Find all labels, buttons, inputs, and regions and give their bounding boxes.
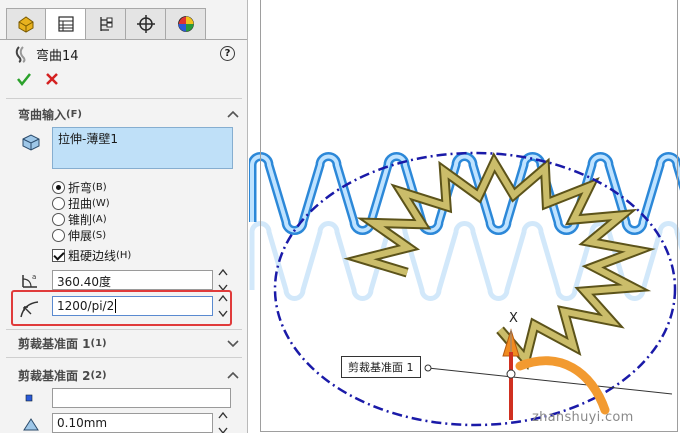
trim-plane-2-offset-field[interactable]: 0.10mm (52, 413, 213, 433)
divider (6, 98, 242, 99)
section-bend-input-label: 弯曲输入 (18, 107, 67, 122)
rigid-edges-hotkey: (H) (116, 249, 132, 261)
spin-up-icon[interactable] (218, 412, 228, 419)
flex-feature-icon (15, 46, 26, 63)
property-manager-panel: 弯曲14 ? 弯曲输入 (F) 拉伸-薄壁1 折弯 (B) 扭曲 (W) 锥削 (A) … (0, 0, 248, 433)
radio-twisting-button[interactable] (52, 196, 65, 210)
tab-configuration-manager[interactable] (86, 8, 126, 40)
section-bend-input-hotkey: (F) (66, 108, 82, 120)
radio-tapering-hotkey: (A) (92, 213, 107, 225)
divider (6, 329, 242, 330)
radio-twisting-label: 扭曲 (68, 196, 93, 211)
tab-feature-manager[interactable] (6, 8, 46, 40)
offset-spinner[interactable] (217, 412, 229, 433)
radio-bending-label: 折弯 (68, 180, 93, 195)
feature-title-bar: 弯曲14 (14, 44, 79, 64)
angle-field[interactable]: 360.40度 (52, 270, 213, 290)
highlight-box (11, 290, 232, 326)
section-trim-plane-1-hotkey: (1) (90, 337, 107, 349)
question-icon: ? (224, 48, 231, 59)
section-trim-plane-1-label: 剪裁基准面 1 (18, 336, 91, 351)
radio-tapering-label: 锥削 (68, 212, 93, 227)
property-manager-icon (57, 16, 74, 32)
radio-stretching[interactable]: 伸展 (S) (52, 227, 106, 243)
trim-plane-2-point-field[interactable] (52, 388, 231, 408)
radio-bending[interactable]: 折弯 (B) (52, 179, 107, 195)
rigid-edges-label: 粗硬边线 (68, 248, 117, 263)
section-trim-plane-2-header[interactable]: 剪裁基准面 2 (2) (0, 364, 247, 386)
radio-stretching-button[interactable] (52, 228, 65, 242)
watermark: zhanshuyi.com (532, 410, 634, 425)
section-trim-plane-2-label: 剪裁基准面 2 (18, 368, 91, 383)
close-icon (46, 73, 58, 85)
spin-down-icon[interactable] (218, 427, 228, 433)
trim-plane-callout-label: 剪裁基准面 1 (348, 361, 414, 374)
manager-tabs (6, 8, 206, 40)
radio-bending-hotkey: (B) (92, 181, 107, 193)
trim-plane-callout[interactable]: 剪裁基准面 1 (341, 356, 421, 378)
divider (6, 357, 242, 358)
angle-icon: a (22, 273, 37, 288)
radio-stretching-hotkey: (S) (92, 229, 107, 241)
ok-button[interactable] (16, 71, 32, 87)
rigid-edges-checkbox[interactable] (52, 248, 65, 262)
radio-stretching-label: 伸展 (68, 228, 93, 243)
reference-point-icon (25, 394, 33, 402)
section-trim-plane-2-hotkey: (2) (90, 369, 107, 381)
section-trim-plane-1-header[interactable]: 剪裁基准面 1 (1) (0, 332, 247, 354)
configuration-manager-icon (99, 17, 112, 31)
viewport-border (260, 0, 678, 432)
feature-manager-icon (18, 16, 34, 33)
angle-spinner[interactable] (217, 269, 229, 291)
help-button[interactable]: ? (220, 46, 235, 61)
section-bend-input-header[interactable]: 弯曲输入 (F) (0, 103, 247, 125)
flex-bodies-selection-box[interactable]: 拉伸-薄壁1 (52, 127, 233, 169)
tab-display-manager[interactable] (166, 8, 206, 40)
cancel-button[interactable] (44, 71, 60, 87)
triad-x-label: X (509, 311, 518, 326)
feature-title: 弯曲14 (36, 48, 79, 64)
spin-up-icon[interactable] (218, 269, 228, 276)
radio-bending-button[interactable] (52, 180, 65, 194)
tabs-divider (0, 39, 247, 40)
rigid-edges-option[interactable]: 粗硬边线 (H) (52, 247, 131, 263)
dimxpert-icon (136, 15, 155, 33)
chevron-up-icon[interactable] (227, 370, 239, 380)
angle-value: 360.40度 (57, 275, 111, 289)
offset-distance-icon (23, 418, 39, 431)
bodies-for-flex-icon (22, 134, 40, 151)
radio-tapering-button[interactable] (52, 212, 65, 226)
radio-twisting[interactable]: 扭曲 (W) (52, 195, 110, 211)
radio-tapering[interactable]: 锥削 (A) (52, 211, 107, 227)
svg-text:a: a (32, 273, 36, 281)
trim-plane-2-offset-value: 0.10mm (57, 416, 108, 430)
chevron-down-icon[interactable] (227, 338, 239, 348)
tab-property-manager[interactable] (46, 8, 86, 40)
chevron-up-icon[interactable] (227, 109, 239, 119)
display-manager-icon (177, 16, 194, 32)
selected-body-name: 拉伸-薄壁1 (58, 132, 118, 146)
checkmark-icon (17, 73, 31, 87)
radio-twisting-hotkey: (W) (92, 197, 110, 209)
tab-dimxpert-manager[interactable] (126, 8, 166, 40)
